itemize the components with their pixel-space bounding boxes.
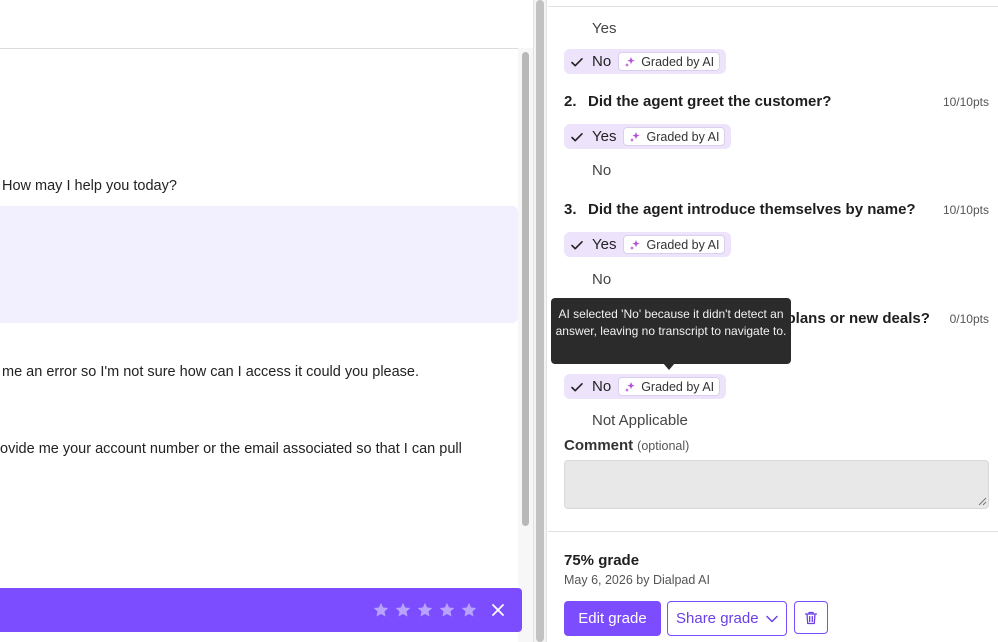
selected-answer-yes[interactable]: Yes Graded by AI <box>564 124 731 149</box>
transcript-pane: How may I help you today? me an error so… <box>0 0 533 642</box>
answer-option-not-applicable[interactable]: Not Applicable <box>592 412 688 429</box>
check-icon <box>571 382 583 391</box>
question-points: 10/10pts <box>942 95 989 109</box>
close-icon[interactable] <box>488 600 508 620</box>
grade-meta: May 6, 2026 by Dialpad AI <box>564 573 710 587</box>
star-icon[interactable] <box>460 601 478 619</box>
answer-label: No <box>592 53 612 70</box>
question-title: 2. Did the agent greet the customer? <box>564 93 832 110</box>
comment-label: Comment (optional) <box>564 437 690 454</box>
sparkle-icon <box>625 381 635 392</box>
delete-grade-button[interactable] <box>794 601 828 634</box>
grading-pane: Yes No Graded by AI 2. Did the agent gree… <box>548 0 998 642</box>
graded-by-ai-badge: Graded by AI <box>623 235 726 254</box>
resize-handle-icon[interactable] <box>978 497 987 506</box>
chevron-down-icon <box>765 615 778 622</box>
divider <box>548 531 998 532</box>
tooltip-arrow <box>663 363 675 370</box>
selected-answer-no[interactable]: No Graded by AI <box>564 49 726 74</box>
sparkle-icon <box>625 56 635 67</box>
star-icon[interactable] <box>416 601 434 619</box>
check-icon <box>571 57 583 66</box>
check-icon <box>571 240 583 249</box>
graded-by-ai-badge: Graded by AI <box>623 127 726 146</box>
answer-option-no[interactable]: No <box>592 271 611 288</box>
transcript-line: me an error so I'm not sure how can I ac… <box>2 364 420 380</box>
question-points: 10/10pts <box>942 203 989 217</box>
page-scrollbar-thumb[interactable] <box>536 0 544 642</box>
question-title: 3. Did the agent introduce themselves by … <box>564 201 916 218</box>
transcript-scrollbar-thumb[interactable] <box>522 52 529 526</box>
answer-label: Yes <box>592 128 617 145</box>
answer-option-yes[interactable]: Yes <box>592 20 616 37</box>
graded-by-ai-badge[interactable]: Graded by AI <box>618 377 721 396</box>
transcript-line: ovide me your account number or the emai… <box>0 441 462 457</box>
answer-label: No <box>592 378 612 395</box>
graded-by-ai-badge: Graded by AI <box>618 52 721 71</box>
highlighted-transcript-block[interactable] <box>0 206 518 323</box>
star-icon[interactable] <box>438 601 456 619</box>
answer-label: Yes <box>592 236 617 253</box>
transcript-header <box>0 0 533 49</box>
comment-input[interactable] <box>564 460 989 509</box>
grade-summary: 75% grade <box>564 552 640 569</box>
sparkle-icon <box>630 131 641 142</box>
transcript-line: How may I help you today? <box>2 178 177 194</box>
star-icon[interactable] <box>394 601 412 619</box>
star-rating[interactable] <box>372 599 478 621</box>
question-points: 0/10pts <box>949 312 989 326</box>
trash-icon <box>804 611 818 624</box>
check-icon <box>571 132 583 141</box>
share-grade-button[interactable]: Share grade <box>667 601 787 636</box>
answer-option-no[interactable]: No <box>592 162 611 179</box>
selected-answer-yes[interactable]: Yes Graded by AI <box>564 232 731 257</box>
star-icon[interactable] <box>372 601 390 619</box>
divider <box>548 6 998 7</box>
ai-explanation-tooltip: AI selected 'No' because it didn't detec… <box>551 298 791 364</box>
selected-answer-no[interactable]: No Graded by AI <box>564 374 726 399</box>
sparkle-icon <box>630 239 641 250</box>
edit-grade-button[interactable]: Edit grade <box>564 601 661 636</box>
question-title: y plans or new deals? <box>774 310 930 327</box>
